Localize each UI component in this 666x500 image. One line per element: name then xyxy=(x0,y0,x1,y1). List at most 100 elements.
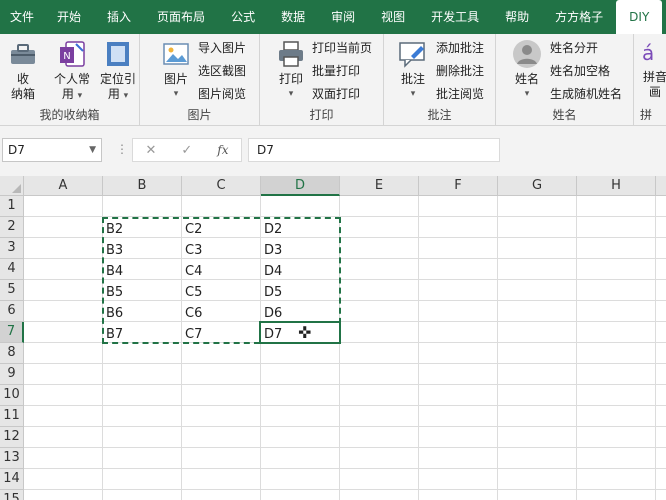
column-header-a[interactable]: A xyxy=(24,176,103,196)
row-header-3[interactable]: 3 xyxy=(0,238,24,259)
row-header-9[interactable]: 9 xyxy=(0,364,24,385)
row-header-11[interactable]: 11 xyxy=(0,406,24,427)
cancel-icon[interactable]: ✕ xyxy=(145,143,156,158)
row-header-4[interactable]: 4 xyxy=(0,259,24,280)
comment-edit-icon xyxy=(397,38,429,70)
gridline xyxy=(24,384,666,385)
gridline xyxy=(24,363,666,364)
storage-box-button[interactable]: 收 纳箱 xyxy=(6,38,40,102)
random-name-label: 生成随机姓名 xyxy=(550,87,623,101)
pinyin-label: 拼音 xyxy=(642,70,666,84)
name-box[interactable]: D7 ▼ xyxy=(2,138,102,162)
tab-data[interactable]: 数据 xyxy=(268,0,318,34)
column-header-c[interactable]: C xyxy=(182,176,261,196)
view-comment-button[interactable]: 批注阅览 xyxy=(436,84,484,104)
tab-formulas[interactable]: 公式 xyxy=(218,0,268,34)
row-header-1[interactable]: 1 xyxy=(0,196,24,217)
tab-diy[interactable]: DIY xyxy=(616,0,663,34)
column-header-f[interactable]: F xyxy=(419,176,498,196)
pinyin-label-2: 画 xyxy=(648,85,661,99)
group-picture: 图片 ▾ 导入图片 选区截图 图片阅览 图片 xyxy=(140,34,260,126)
row-header-12[interactable]: 12 xyxy=(0,427,24,448)
pinyin-button[interactable]: á 拼音 画 xyxy=(640,38,666,100)
tab-fangfang[interactable]: 方方格子 xyxy=(542,0,616,34)
name-label: 姓名 xyxy=(514,72,539,86)
chevron-down-icon: ▾ xyxy=(288,89,294,99)
column-header-e[interactable]: E xyxy=(340,176,419,196)
row-header-15[interactable]: 15 xyxy=(0,490,24,500)
view-comment-label: 批注阅览 xyxy=(436,87,485,101)
more-options-icon[interactable]: ⋮ xyxy=(116,142,128,156)
ribbon-tab-bar: 文件 开始 插入 页面布局 公式 数据 审阅 视图 开发工具 帮助 方方格子 D… xyxy=(0,0,666,34)
gridline xyxy=(24,489,666,490)
tab-home[interactable]: 开始 xyxy=(44,0,94,34)
tab-insert[interactable]: 插入 xyxy=(94,0,144,34)
row-header-6[interactable]: 6 xyxy=(0,301,24,322)
row-header-10[interactable]: 10 xyxy=(0,385,24,406)
split-name-button[interactable]: 姓名分开 xyxy=(550,38,598,58)
row-header-8[interactable]: 8 xyxy=(0,343,24,364)
picture-label: 图片 xyxy=(163,72,188,86)
print-current-page-button[interactable]: 打印当前页 xyxy=(312,38,372,58)
chevron-down-icon: ▾ xyxy=(77,91,83,101)
select-all-triangle-icon xyxy=(12,184,21,193)
name-button[interactable]: 姓名 ▾ xyxy=(510,38,544,102)
group-comment: 批注 ▾ 添加批注 删除批注 批注阅览 批注 xyxy=(384,34,496,126)
gridline xyxy=(576,196,577,500)
personal-favorites-label: 个人常 xyxy=(53,72,90,86)
comment-button[interactable]: 批注 ▾ xyxy=(396,38,430,102)
row-header-7[interactable]: 7 xyxy=(0,322,24,343)
tab-help[interactable]: 帮助 xyxy=(492,0,542,34)
name-add-space-button[interactable]: 姓名加空格 xyxy=(550,61,610,81)
formula-input[interactable]: D7 xyxy=(248,138,500,162)
tab-file[interactable]: 文件 xyxy=(0,0,44,34)
duplex-print-button[interactable]: 双面打印 xyxy=(312,84,360,104)
area-screenshot-label: 选区截图 xyxy=(198,64,247,78)
random-name-button[interactable]: 生成随机姓名 xyxy=(550,84,622,104)
cell-cursor-icon: ✜ xyxy=(298,323,312,342)
import-picture-button[interactable]: 导入图片 xyxy=(198,38,246,58)
print-button[interactable]: 打印 ▾ xyxy=(274,38,308,102)
column-header-b[interactable]: B xyxy=(103,176,182,196)
personal-favorites-button[interactable]: N 个人常 用 ▾ xyxy=(52,38,92,104)
group-storage-box: 收 纳箱 N 个人常 用 ▾ 定位引 用 ▾ 我的收纳箱 xyxy=(0,34,140,126)
group-label-name: 姓名 xyxy=(552,108,577,122)
column-header-d[interactable]: D xyxy=(261,176,340,196)
batch-print-label: 批量打印 xyxy=(312,64,361,78)
chevron-down-icon[interactable]: ▼ xyxy=(89,139,96,161)
delete-comment-button[interactable]: 删除批注 xyxy=(436,61,484,81)
chevron-down-icon: ▾ xyxy=(123,91,129,101)
gridline xyxy=(24,405,666,406)
row-header-5[interactable]: 5 xyxy=(0,280,24,301)
person-avatar-icon xyxy=(511,38,543,70)
toolbox-icon xyxy=(7,38,39,70)
picture-view-label: 图片阅览 xyxy=(198,87,247,101)
tab-review[interactable]: 审阅 xyxy=(318,0,368,34)
add-comment-label: 添加批注 xyxy=(436,41,485,55)
enter-icon[interactable]: ✓ xyxy=(181,143,192,158)
gridline xyxy=(24,468,666,469)
area-screenshot-button[interactable]: 选区截图 xyxy=(198,61,246,81)
tab-page-layout[interactable]: 页面布局 xyxy=(144,0,218,34)
batch-print-button[interactable]: 批量打印 xyxy=(312,61,360,81)
insert-function-icon[interactable]: fx xyxy=(217,143,228,157)
column-header-g[interactable]: G xyxy=(498,176,577,196)
storage-box-label-2: 纳箱 xyxy=(10,87,35,101)
row-header-2[interactable]: 2 xyxy=(0,217,24,238)
select-all-corner[interactable] xyxy=(0,176,24,196)
row-header-14[interactable]: 14 xyxy=(0,469,24,490)
formula-bar: D7 ▼ ⋮ ✕ ✓ fx D7 xyxy=(0,126,666,176)
reference-icon xyxy=(102,38,134,70)
add-comment-button[interactable]: 添加批注 xyxy=(436,38,484,58)
svg-text:N: N xyxy=(63,51,70,62)
tab-view[interactable]: 视图 xyxy=(368,0,418,34)
column-header-partial[interactable] xyxy=(656,176,666,196)
column-header-h[interactable]: H xyxy=(577,176,656,196)
comment-label: 批注 xyxy=(400,72,425,86)
picture-button[interactable]: 图片 ▾ xyxy=(158,38,194,102)
picture-view-button[interactable]: 图片阅览 xyxy=(198,84,246,104)
tab-developer[interactable]: 开发工具 xyxy=(418,0,492,34)
row-header-13[interactable]: 13 xyxy=(0,448,24,469)
locate-reference-button[interactable]: 定位引 用 ▾ xyxy=(98,38,138,104)
ribbon: 收 纳箱 N 个人常 用 ▾ 定位引 用 ▾ 我的收纳箱 图片 ▾ 导入图片 选… xyxy=(0,34,666,126)
